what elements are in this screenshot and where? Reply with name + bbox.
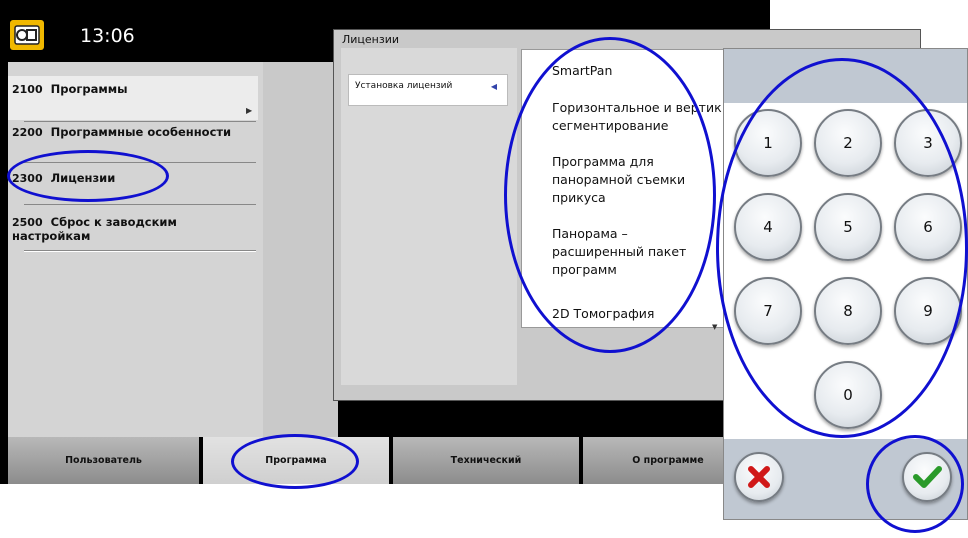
tab-label: О программе	[632, 455, 704, 466]
cancel-x-icon	[748, 466, 770, 488]
menu-item-program-features[interactable]: 2200 Программные особенности	[8, 124, 258, 154]
annotation-ellipse	[231, 434, 359, 489]
annotation-ellipse	[866, 435, 964, 533]
menu-item-label: Программы	[50, 82, 128, 96]
tab-technical[interactable]: Технический	[393, 437, 579, 484]
scroll-down-icon[interactable]: ▼	[712, 323, 717, 331]
menu-panel-right	[263, 62, 338, 437]
install-licenses-label: Установка лицензий	[355, 81, 453, 91]
tab-about[interactable]: О программе	[583, 437, 723, 484]
clock: 13:06	[80, 25, 135, 47]
divider	[24, 121, 256, 122]
licenses-submenu: Установка лицензий ◀	[341, 48, 517, 385]
annotation-ellipse	[7, 150, 169, 202]
menu-item-factory-reset[interactable]: 2500 Сброс к заводским настройкам	[8, 212, 258, 243]
submenu-arrow-icon: ▶	[246, 106, 253, 115]
device-logo-icon	[10, 20, 44, 50]
menu-item-label: Программные особенности	[50, 125, 232, 139]
tab-label: Технический	[450, 455, 522, 466]
divider	[24, 251, 256, 252]
menu-item-number: 2100	[12, 83, 43, 96]
tab-label: Пользователь	[65, 455, 142, 466]
install-licenses-item[interactable]: Установка лицензий ◀	[348, 74, 508, 106]
menu-item-programs[interactable]: 2100 Программы	[8, 76, 258, 120]
tab-user[interactable]: Пользователь	[8, 437, 199, 484]
menu-item-number: 2500	[12, 216, 43, 229]
menu-item-number: 2200	[12, 126, 43, 139]
cancel-button[interactable]	[734, 452, 784, 502]
licenses-title: Лицензии	[342, 33, 400, 46]
annotation-ellipse	[716, 58, 968, 438]
annotation-ellipse	[504, 37, 716, 353]
divider	[24, 204, 256, 205]
collapse-arrow-icon: ◀	[490, 82, 497, 91]
